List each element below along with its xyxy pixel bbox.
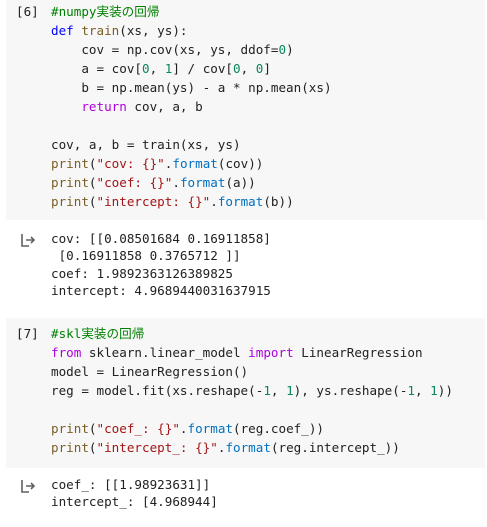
code-token: ] bbox=[263, 61, 271, 76]
code-token: return bbox=[81, 99, 127, 114]
code-token: ) bbox=[286, 42, 294, 57]
output-area-6: cov: [[0.08501684 0.16911858] [0.1691185… bbox=[6, 226, 485, 302]
code-line: from sklearn.linear_model import LinearR… bbox=[51, 343, 453, 362]
code-line: cov, a, b = train(xs, ys) bbox=[51, 135, 332, 154]
code-token: (xs, ys): bbox=[119, 23, 188, 38]
output-text: coef_: [[1.98923631]] intercept_: [4.9689… bbox=[51, 476, 218, 511]
code-token: . bbox=[172, 175, 180, 190]
code-token: #skl実装の回帰 bbox=[51, 326, 145, 341]
code-token: def bbox=[51, 23, 82, 38]
code-token: train bbox=[81, 23, 120, 38]
output-line: intercept: 4.9689440031637915 bbox=[51, 282, 271, 298]
code-token: ( bbox=[88, 194, 97, 209]
output-line: coef_: [[1.98923631]] bbox=[51, 477, 211, 492]
code-line: #numpy実装の回帰 bbox=[51, 2, 332, 21]
code-token: ( bbox=[88, 175, 97, 190]
code-token: format bbox=[217, 194, 264, 209]
code-token: (b)) bbox=[263, 194, 294, 209]
code-line: return cov, a, b bbox=[51, 97, 332, 116]
code-token: (reg.coef_)) bbox=[233, 421, 325, 436]
code-token: LinearRegression bbox=[293, 345, 423, 360]
code-token: format bbox=[179, 175, 226, 190]
code-token: 1 bbox=[430, 383, 438, 398]
execution-count: [6] bbox=[16, 4, 39, 19]
code-token: print bbox=[51, 175, 89, 190]
code-token: 0 bbox=[142, 61, 150, 76]
code-token: "intercept: {}" bbox=[96, 194, 211, 209]
execution-count: [7] bbox=[16, 326, 39, 341]
code-token: 1 bbox=[407, 383, 415, 398]
code-line: b = np.mean(ys) - a * np.mean(xs) bbox=[51, 78, 332, 97]
code-token: ( bbox=[88, 156, 97, 171]
code-token: (cov)) bbox=[217, 156, 264, 171]
code-token: )) bbox=[437, 383, 453, 398]
code-line: #skl実装の回帰 bbox=[51, 324, 453, 343]
code-token: #numpy実装の回帰 bbox=[51, 4, 160, 19]
output-area-7: coef_: [[1.98923631]] intercept_: [4.9689… bbox=[6, 472, 485, 516]
code-token: reg = model.fit(xs.reshape(- bbox=[51, 383, 264, 398]
output-line: cov: [[0.08501684 0.16911858] bbox=[51, 231, 271, 246]
code-cell-7[interactable]: [7] #skl実装の回帰 from sklearn.linear_model i… bbox=[6, 318, 485, 468]
code-token: format bbox=[187, 421, 234, 436]
output-line: intercept_: [4.968944] bbox=[51, 494, 218, 510]
code-line: def train(xs, ys): bbox=[51, 21, 332, 40]
code-token: format bbox=[172, 156, 218, 171]
code-token: "coef: {}" bbox=[96, 175, 173, 190]
code-token: "coef_: {}" bbox=[96, 421, 180, 436]
code-token: ] / cov[ bbox=[172, 61, 234, 76]
code-token: . bbox=[179, 421, 188, 436]
code-token: a = cov[ bbox=[51, 61, 142, 76]
output-arrow-icon bbox=[21, 480, 36, 493]
code-line: print("coef: {}".format(a)) bbox=[51, 173, 332, 192]
code-token: print bbox=[51, 440, 89, 455]
code-line: print("intercept_: {}".format(reg.interc… bbox=[51, 438, 453, 457]
code-line: cov = np.cov(xs, ys, ddof=0) bbox=[51, 40, 332, 59]
code-token: print bbox=[51, 421, 89, 436]
code-token: 1 bbox=[286, 383, 294, 398]
code-token: format bbox=[225, 440, 271, 455]
code-token: print bbox=[51, 194, 89, 209]
code-token: 1 bbox=[263, 383, 271, 398]
code-line: model = LinearRegression() bbox=[51, 362, 453, 381]
code-token: , bbox=[415, 383, 431, 398]
code-token: "intercept_: {}" bbox=[96, 440, 218, 455]
code-line: print("cov: {}".format(cov)) bbox=[51, 154, 332, 173]
code-token: ), ys.reshape(- bbox=[293, 383, 408, 398]
code-token: 0 bbox=[278, 42, 287, 57]
code-token: cov, a, b bbox=[126, 99, 203, 114]
output-line: [0.16911858 0.3765712 ]] bbox=[51, 248, 241, 264]
code-editor[interactable]: #skl実装の回帰 from sklearn.linear_model impor… bbox=[51, 324, 453, 457]
code-cell-6[interactable]: [6] #numpy実装の回帰 def train(xs, ys): cov = … bbox=[6, 0, 485, 220]
code-editor[interactable]: #numpy実装の回帰 def train(xs, ys): cov = np.c… bbox=[51, 2, 332, 211]
code-token: print bbox=[51, 156, 89, 171]
code-token: . bbox=[210, 194, 218, 209]
code-token: model = LinearRegression() bbox=[51, 364, 249, 379]
code-token: (reg.intercept_)) bbox=[270, 440, 400, 455]
code-line: reg = model.fit(xs.reshape(-1, 1), ys.re… bbox=[51, 381, 453, 400]
code-token: from bbox=[51, 345, 82, 360]
code-line: print("coef_: {}".format(reg.coef_)) bbox=[51, 419, 453, 438]
code-token: ( bbox=[88, 440, 97, 455]
code-token: , bbox=[270, 383, 287, 398]
output-arrow-icon bbox=[21, 234, 36, 247]
code-token: sklearn.linear_model bbox=[81, 345, 249, 360]
code-token: , bbox=[240, 61, 256, 76]
code-token: cov = np.cov(xs, ys, ddof= bbox=[51, 42, 279, 57]
code-token: (a)) bbox=[225, 175, 256, 190]
code-token: b = np.mean(ys) - a * np.mean(xs) bbox=[51, 80, 332, 95]
code-line: a = cov[0, 1] / cov[0, 0] bbox=[51, 59, 332, 78]
output-text: cov: [[0.08501684 0.16911858] [0.1691185… bbox=[51, 230, 271, 299]
code-token: cov, a, b = train(xs, ys) bbox=[51, 137, 241, 152]
code-token: 0 bbox=[233, 61, 241, 76]
code-token: , bbox=[149, 61, 165, 76]
code-line: print("intercept: {}".format(b)) bbox=[51, 192, 332, 211]
output-line: coef: 1.9892363126389825 bbox=[51, 265, 233, 281]
code-token: import bbox=[248, 345, 294, 360]
code-token: "cov: {}" bbox=[96, 156, 165, 171]
code-token: ( bbox=[88, 421, 97, 436]
